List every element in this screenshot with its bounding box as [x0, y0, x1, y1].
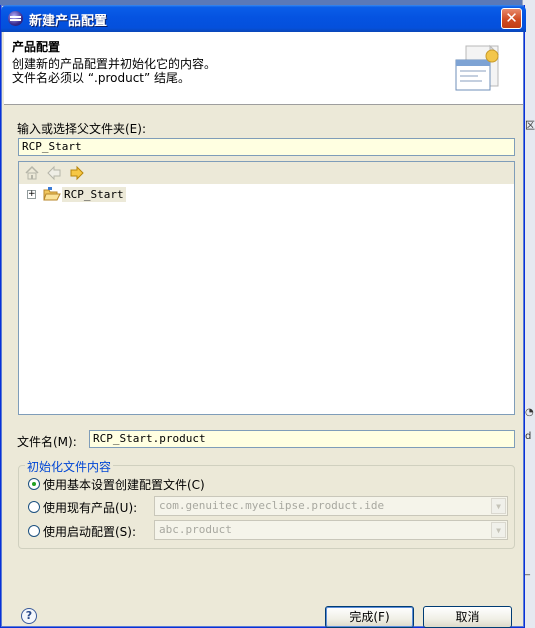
forward-arrow-icon[interactable]: [69, 165, 85, 181]
parent-folder-label: 输入或选择父文件夹(E):: [17, 122, 146, 136]
finish-button[interactable]: 完成(F): [325, 606, 414, 628]
option-existing-product-label[interactable]: 使用现有产品(U):: [43, 499, 137, 516]
wizard-banner-icon: [455, 44, 500, 91]
page-title: 产品配置: [12, 40, 61, 54]
launch-config-select[interactable]: abc.product ▼: [154, 520, 508, 540]
chevron-down-icon[interactable]: ▼: [491, 522, 506, 538]
folder-tree[interactable]: + RCP_Start: [18, 161, 515, 415]
launch-config-value: abc.product: [159, 523, 232, 536]
wizard-header: 产品配置 创建新的产品配置并初始化它的内容。 文件名必须以 “.product”…: [4, 32, 523, 105]
group-title: 初始化文件内容: [25, 458, 114, 475]
init-content-group: 初始化文件内容 使用基本设置创建配置文件(C) 使用现有产品(U): com.g…: [18, 458, 515, 549]
option-basic-settings-label[interactable]: 使用基本设置创建配置文件(C): [43, 476, 205, 493]
parent-folder-input[interactable]: RCP_Start: [18, 138, 515, 156]
new-product-configuration-dialog: 新建产品配置 ✕ 产品配置 创建新的产品配置并初始化它的内容。 文件名必须以 “…: [0, 5, 526, 628]
back-arrow-icon[interactable]: [46, 165, 62, 181]
page-description-line2: 文件名必须以 “.product” 结尾。: [12, 71, 191, 85]
chevron-down-icon[interactable]: ▼: [491, 498, 506, 514]
tree-toolbar: [19, 162, 514, 184]
open-folder-icon: [43, 187, 61, 201]
existing-product-select[interactable]: com.genuitec.myeclipse.product.ide ▼: [154, 496, 508, 516]
close-button[interactable]: ✕: [501, 8, 522, 29]
filename-input[interactable]: RCP_Start.product: [89, 430, 515, 448]
title-bar[interactable]: 新建产品配置 ✕: [1, 5, 526, 32]
radio-existing-product[interactable]: [28, 501, 40, 513]
eclipse-icon: [8, 11, 23, 26]
radio-basic-settings[interactable]: [28, 478, 40, 490]
help-icon[interactable]: ?: [21, 608, 37, 624]
cancel-button[interactable]: 取消: [423, 606, 512, 628]
tree-item-label: RCP_Start: [62, 187, 126, 202]
home-icon[interactable]: [24, 165, 40, 181]
radio-launch-config[interactable]: [28, 525, 40, 537]
option-launch-config-label[interactable]: 使用启动配置(S):: [43, 523, 136, 540]
window-title: 新建产品配置: [29, 14, 108, 29]
filename-label: 文件名(M):: [17, 435, 77, 449]
expand-toggle[interactable]: +: [27, 190, 36, 199]
existing-product-value: com.genuitec.myeclipse.product.ide: [159, 499, 385, 512]
